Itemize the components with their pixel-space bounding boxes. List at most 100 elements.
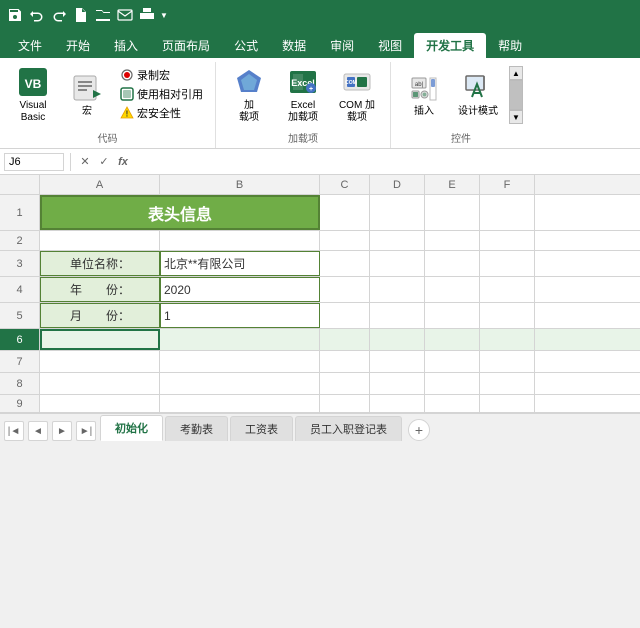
cell-3b[interactable]: 北京**有限公司 bbox=[160, 251, 320, 276]
cell-4e[interactable] bbox=[425, 277, 480, 302]
insert-control-button[interactable]: ab| 插入 bbox=[399, 66, 449, 124]
col-header-b[interactable]: B bbox=[160, 175, 320, 194]
cell-3d[interactable] bbox=[370, 251, 425, 276]
cell-1e[interactable] bbox=[425, 195, 480, 230]
relative-ref-button[interactable]: 使用相对引用 bbox=[116, 85, 207, 103]
cell-1d[interactable] bbox=[370, 195, 425, 230]
macro-security-button[interactable]: ! 宏安全性 bbox=[116, 104, 207, 122]
cell-7c[interactable] bbox=[320, 351, 370, 372]
vba-button[interactable]: VB Visual Basic bbox=[8, 66, 58, 124]
insert-function-btn[interactable]: fx bbox=[115, 154, 131, 170]
tab-help[interactable]: 帮助 bbox=[486, 33, 534, 58]
scroll-down-btn[interactable]: ▼ bbox=[509, 110, 523, 124]
cell-8c[interactable] bbox=[320, 373, 370, 394]
macro-button[interactable]: 宏 bbox=[62, 66, 112, 124]
row-num-2[interactable]: 2 bbox=[0, 231, 40, 250]
open-icon[interactable] bbox=[94, 6, 112, 24]
cell-4b[interactable]: 2020 bbox=[160, 277, 320, 302]
cell-6c[interactable] bbox=[320, 329, 370, 350]
cell-5b[interactable]: 1 bbox=[160, 303, 320, 328]
print-icon[interactable] bbox=[138, 6, 156, 24]
sheet-nav-next[interactable]: ► bbox=[52, 421, 72, 441]
cell-2a[interactable] bbox=[40, 231, 160, 250]
add-sheet-button[interactable]: + bbox=[408, 419, 430, 441]
cell-7b[interactable] bbox=[160, 351, 320, 372]
row-num-3[interactable]: 3 bbox=[0, 251, 40, 276]
cell-2f[interactable] bbox=[480, 231, 535, 250]
cell-reference-box[interactable]: J6 bbox=[4, 153, 64, 171]
addins-button[interactable]: 加载项 bbox=[224, 66, 274, 124]
cell-7a[interactable] bbox=[40, 351, 160, 372]
cell-3f[interactable] bbox=[480, 251, 535, 276]
tab-view[interactable]: 视图 bbox=[366, 33, 414, 58]
cell-8f[interactable] bbox=[480, 373, 535, 394]
cell-7e[interactable] bbox=[425, 351, 480, 372]
sheet-tab-attendance[interactable]: 考勤表 bbox=[165, 416, 228, 441]
tab-formula[interactable]: 公式 bbox=[222, 33, 270, 58]
cell-9c[interactable] bbox=[320, 395, 370, 412]
email-icon[interactable] bbox=[116, 6, 134, 24]
cell-3c[interactable] bbox=[320, 251, 370, 276]
cell-4f[interactable] bbox=[480, 277, 535, 302]
col-header-c[interactable]: C bbox=[320, 175, 370, 194]
row-num-6[interactable]: 6 bbox=[0, 329, 40, 350]
tab-file[interactable]: 文件 bbox=[6, 33, 54, 58]
quick-access-dropdown[interactable]: ▼ bbox=[160, 11, 168, 20]
redo-icon[interactable] bbox=[50, 6, 68, 24]
cell-2b[interactable] bbox=[160, 231, 320, 250]
cell-8a[interactable] bbox=[40, 373, 160, 394]
save-icon[interactable] bbox=[6, 6, 24, 24]
cell-5c[interactable] bbox=[320, 303, 370, 328]
cancel-formula-btn[interactable]: ✕ bbox=[77, 154, 93, 170]
cell-1f[interactable] bbox=[480, 195, 535, 230]
row-num-1[interactable]: 1 bbox=[0, 195, 40, 230]
cell-6d[interactable] bbox=[370, 329, 425, 350]
tab-home[interactable]: 开始 bbox=[54, 33, 102, 58]
cell-8b[interactable] bbox=[160, 373, 320, 394]
cell-6f[interactable] bbox=[480, 329, 535, 350]
cell-8e[interactable] bbox=[425, 373, 480, 394]
cell-3e[interactable] bbox=[425, 251, 480, 276]
confirm-formula-btn[interactable]: ✓ bbox=[96, 154, 112, 170]
cell-4d[interactable] bbox=[370, 277, 425, 302]
sheet-tab-payroll[interactable]: 工资表 bbox=[230, 416, 293, 441]
record-macro-button[interactable]: 录制宏 bbox=[116, 66, 207, 84]
row-num-9[interactable]: 9 bbox=[0, 395, 40, 412]
cell-1c[interactable] bbox=[320, 195, 370, 230]
newfile-icon[interactable] bbox=[72, 6, 90, 24]
col-header-d[interactable]: D bbox=[370, 175, 425, 194]
cell-4c[interactable] bbox=[320, 277, 370, 302]
scroll-up-btn[interactable]: ▲ bbox=[509, 66, 523, 80]
cell-5d[interactable] bbox=[370, 303, 425, 328]
merged-header-cell[interactable]: 表头信息 bbox=[40, 195, 320, 230]
undo-icon[interactable] bbox=[28, 6, 46, 24]
cell-9e[interactable] bbox=[425, 395, 480, 412]
row-num-7[interactable]: 7 bbox=[0, 351, 40, 372]
cell-5e[interactable] bbox=[425, 303, 480, 328]
sheet-nav-prev[interactable]: ◄ bbox=[28, 421, 48, 441]
cell-9d[interactable] bbox=[370, 395, 425, 412]
col-header-f[interactable]: F bbox=[480, 175, 535, 194]
formula-input[interactable] bbox=[135, 153, 636, 171]
cell-5f[interactable] bbox=[480, 303, 535, 328]
cell-2e[interactable] bbox=[425, 231, 480, 250]
sheet-nav-first[interactable]: |◄ bbox=[4, 421, 24, 441]
com-addins-button[interactable]: COM COM 加载项 bbox=[332, 66, 382, 124]
col-header-a[interactable]: A bbox=[40, 175, 160, 194]
excel-addins-button[interactable]: Excel + Excel加载项 bbox=[278, 66, 328, 124]
row-num-8[interactable]: 8 bbox=[0, 373, 40, 394]
cell-6a[interactable] bbox=[40, 329, 160, 350]
row-num-5[interactable]: 5 bbox=[0, 303, 40, 328]
tab-review[interactable]: 审阅 bbox=[318, 33, 366, 58]
tab-page-layout[interactable]: 页面布局 bbox=[150, 33, 222, 58]
sheet-nav-last[interactable]: ►| bbox=[76, 421, 96, 441]
col-header-e[interactable]: E bbox=[425, 175, 480, 194]
cell-9f[interactable] bbox=[480, 395, 535, 412]
design-mode-button[interactable]: 设计模式 bbox=[453, 66, 503, 124]
sheet-tab-initialize[interactable]: 初始化 bbox=[100, 415, 163, 441]
cell-9b[interactable] bbox=[160, 395, 320, 412]
cell-7f[interactable] bbox=[480, 351, 535, 372]
cell-6e[interactable] bbox=[425, 329, 480, 350]
cell-6b[interactable] bbox=[160, 329, 320, 350]
cell-7d[interactable] bbox=[370, 351, 425, 372]
